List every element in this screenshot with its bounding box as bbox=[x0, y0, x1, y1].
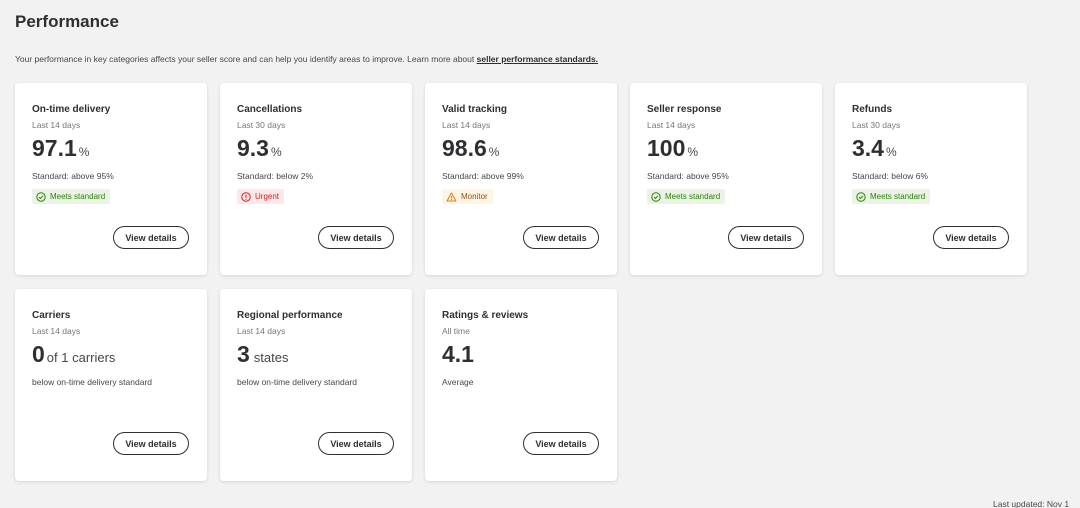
badge-label: Meets standard bbox=[665, 192, 721, 201]
card-value: 4.1 bbox=[442, 341, 474, 368]
card-value: 9.3% bbox=[237, 135, 282, 162]
card-value: 97.1% bbox=[32, 135, 89, 162]
status-badge: Monitor bbox=[442, 189, 493, 204]
intro-text: Your performance in key categories affec… bbox=[15, 54, 598, 64]
card-value: 3.4% bbox=[852, 135, 897, 162]
view-details-button[interactable]: View details bbox=[318, 226, 394, 249]
value-number: 3 bbox=[237, 341, 250, 367]
card-title: On-time delivery bbox=[32, 104, 111, 115]
card-value: 0 of 1 carriers bbox=[32, 341, 115, 368]
check-circle-icon bbox=[856, 191, 866, 202]
card-standard: below on-time delivery standard bbox=[32, 377, 153, 387]
value-number: 100 bbox=[647, 135, 686, 161]
value-number: 9.3 bbox=[237, 135, 269, 161]
view-details-button[interactable]: View details bbox=[728, 226, 804, 249]
card-title: Seller response bbox=[647, 104, 722, 115]
card-period: Last 14 days bbox=[647, 120, 696, 130]
value-unit: states bbox=[253, 350, 289, 365]
card-title: Regional performance bbox=[237, 310, 343, 321]
view-details-button[interactable]: View details bbox=[318, 432, 394, 455]
card-standard: Standard: below 2% bbox=[237, 171, 314, 181]
value-number: 97.1 bbox=[32, 135, 77, 161]
value-number: 98.6 bbox=[442, 135, 487, 161]
view-details-button[interactable]: View details bbox=[523, 226, 599, 249]
value-unit: % bbox=[885, 145, 897, 159]
value-unit: of 1 carriers bbox=[46, 350, 116, 365]
value-unit: % bbox=[687, 145, 699, 159]
card-title: Valid tracking bbox=[442, 104, 508, 115]
card-value: 3 states bbox=[237, 341, 288, 368]
card-value: 98.6% bbox=[442, 135, 499, 162]
card-title: Ratings & reviews bbox=[442, 310, 529, 321]
card-standard: Average bbox=[442, 377, 474, 387]
card-period: Last 30 days bbox=[852, 120, 901, 130]
check-circle-icon bbox=[651, 191, 661, 202]
status-badge: Meets standard bbox=[852, 189, 931, 204]
card-standard: Standard: above 95% bbox=[647, 171, 729, 181]
value-number: 0 bbox=[32, 341, 45, 367]
card-standard: Standard: above 99% bbox=[442, 171, 524, 181]
badge-label: Urgent bbox=[255, 192, 280, 201]
card-title: Carriers bbox=[32, 310, 71, 321]
value-unit: % bbox=[488, 145, 500, 159]
card-title: Cancellations bbox=[237, 104, 303, 115]
card-standard: Standard: below 6% bbox=[852, 171, 929, 181]
intro-text-body: Your performance in key categories affec… bbox=[15, 54, 477, 64]
card-regional-performance: Regional performance Last 14 days 3 state… bbox=[220, 289, 412, 481]
card-period: Last 14 days bbox=[32, 326, 81, 336]
page-title: Performance bbox=[15, 12, 119, 31]
card-value: 100% bbox=[647, 135, 698, 162]
card-on-time-delivery: On-time delivery Last 14 days 97.1% Stan… bbox=[15, 83, 207, 275]
view-details-button[interactable]: View details bbox=[113, 432, 189, 455]
last-updated: Last updated: Nov 1 bbox=[993, 499, 1070, 508]
card-valid-tracking: Valid tracking Last 14 days 98.6% Standa… bbox=[425, 83, 617, 275]
value-unit: % bbox=[270, 145, 282, 159]
value-unit: % bbox=[78, 145, 90, 159]
card-period: Last 30 days bbox=[237, 120, 286, 130]
card-period: Last 14 days bbox=[237, 326, 286, 336]
badge-label: Meets standard bbox=[50, 192, 106, 201]
value-number: 4.1 bbox=[442, 341, 474, 367]
view-details-button[interactable]: View details bbox=[933, 226, 1009, 249]
card-ratings-reviews: Ratings & reviews All time 4.1 Average V… bbox=[425, 289, 617, 481]
alert-circle-icon bbox=[241, 191, 251, 202]
view-details-button[interactable]: View details bbox=[523, 432, 599, 455]
status-badge: Urgent bbox=[237, 189, 285, 204]
view-details-button[interactable]: View details bbox=[113, 226, 189, 249]
card-carriers: Carriers Last 14 days 0 of 1 carriers bel… bbox=[15, 289, 207, 481]
badge-label: Meets standard bbox=[870, 192, 926, 201]
badge-label: Monitor bbox=[461, 192, 488, 201]
value-number: 3.4 bbox=[852, 135, 884, 161]
card-period: Last 14 days bbox=[442, 120, 491, 130]
card-title: Refunds bbox=[852, 104, 892, 115]
card-seller-response: Seller response Last 14 days 100% Standa… bbox=[630, 83, 822, 275]
check-circle-icon bbox=[36, 191, 46, 202]
card-period: All time bbox=[442, 326, 470, 336]
card-standard: Standard: above 95% bbox=[32, 171, 114, 181]
status-badge: Meets standard bbox=[32, 189, 111, 204]
card-cancellations: Cancellations Last 30 days 9.3% Standard… bbox=[220, 83, 412, 275]
card-refunds: Refunds Last 30 days 3.4% Standard: belo… bbox=[835, 83, 1027, 275]
seller-performance-standards-link[interactable]: seller performance standards. bbox=[477, 54, 598, 64]
status-badge: Meets standard bbox=[647, 189, 726, 204]
warning-triangle-icon bbox=[446, 192, 457, 201]
card-period: Last 14 days bbox=[32, 120, 81, 130]
card-standard: below on-time delivery standard bbox=[237, 377, 358, 387]
